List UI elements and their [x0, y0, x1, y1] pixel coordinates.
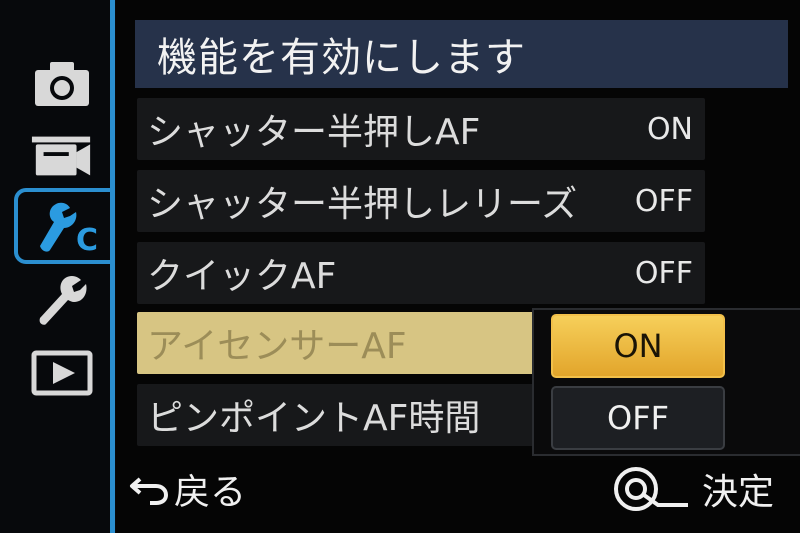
- menu-row-shutter-af[interactable]: シャッター半押しAF ON: [137, 98, 705, 160]
- sidebar-divider: [110, 0, 115, 533]
- menu-row-shutter-release[interactable]: シャッター半押しレリーズ OFF: [137, 170, 705, 232]
- return-arrow-icon: [130, 477, 169, 505]
- menu-row-quick-af[interactable]: クイックAF OFF: [137, 242, 705, 304]
- option-off-button[interactable]: OFF: [551, 386, 725, 450]
- video-camera-icon[interactable]: [30, 128, 94, 184]
- option-on-button[interactable]: ON: [551, 314, 725, 378]
- camera-icon[interactable]: [30, 56, 94, 112]
- menu-row-label: クイックAF: [147, 256, 337, 297]
- menu-row-label: アイセンサーAF: [147, 326, 407, 367]
- menu-row-label: ピンポイントAF時間: [147, 398, 481, 439]
- option-popup: ON OFF: [532, 308, 800, 456]
- menu-row-label: シャッター半押しレリーズ: [147, 184, 578, 225]
- menu-row-value: ON: [646, 111, 693, 147]
- custom-settings-icon[interactable]: C: [14, 188, 114, 264]
- playback-icon[interactable]: [30, 345, 94, 401]
- page-title: 機能を有効にします: [135, 20, 788, 88]
- back-label: 戻る: [174, 472, 247, 513]
- sidebar: C: [0, 0, 116, 533]
- menu-row-value: OFF: [634, 255, 693, 291]
- wrench-icon[interactable]: [30, 272, 94, 328]
- confirm-label: 決定: [702, 472, 775, 513]
- svg-text:C: C: [76, 223, 98, 256]
- back-button[interactable]: 戻る: [128, 466, 247, 513]
- menu-row-label: シャッター半押しAF: [147, 112, 481, 153]
- menu-row-value: OFF: [634, 183, 693, 219]
- control-dial-icon: [614, 467, 688, 511]
- confirm-button[interactable]: 決定: [610, 464, 774, 514]
